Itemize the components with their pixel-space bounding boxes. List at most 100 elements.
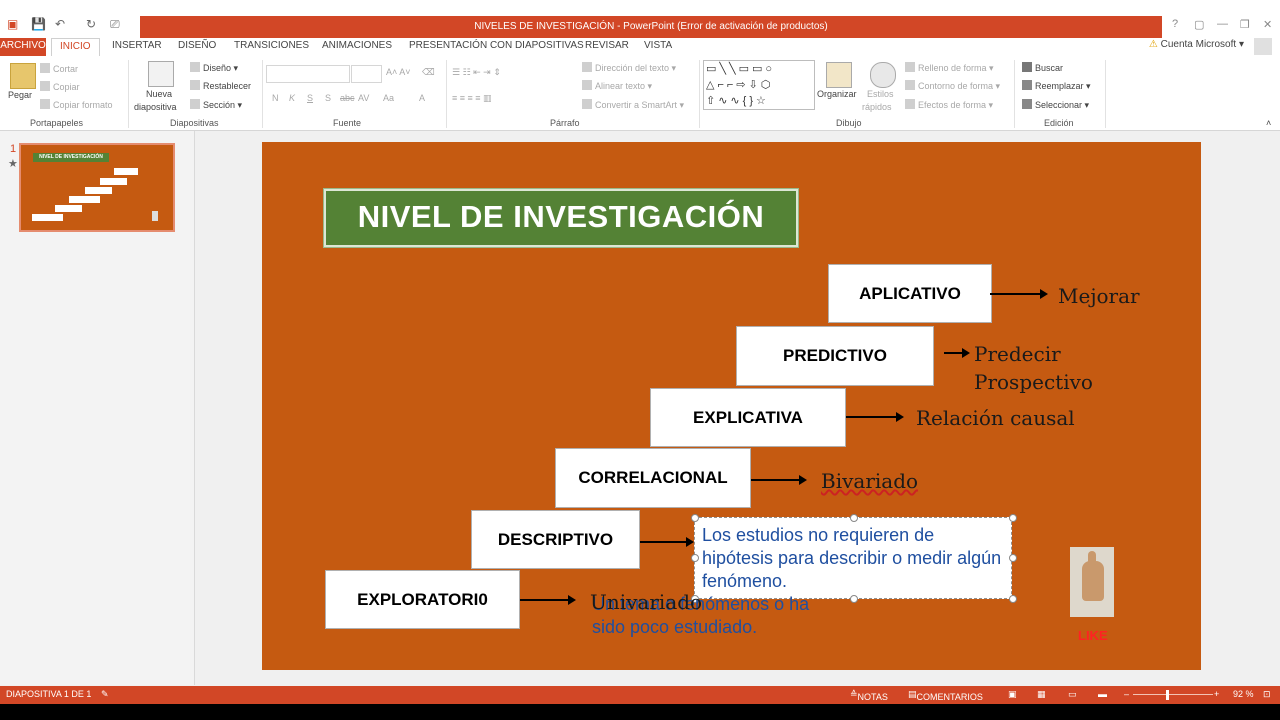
format-painter-button[interactable]: Copiar formato [40,99,113,110]
collapse-ribbon-icon[interactable]: ˄ [1266,118,1271,128]
copy-button[interactable]: Copiar [40,81,80,92]
paste-icon[interactable] [10,63,36,89]
tab-insertar[interactable]: INSERTAR [112,38,162,56]
font-size-combo[interactable] [351,65,382,83]
shadow-button[interactable]: S [325,93,331,103]
arrow-correlacional[interactable] [751,475,807,485]
tab-vista[interactable]: VISTA [644,38,672,56]
resize-handle[interactable] [1009,595,1017,603]
fit-slide-icon[interactable]: ⊡ [1263,689,1271,700]
tab-diseno[interactable]: DISEÑO [178,38,216,56]
text-direction-button[interactable]: Dirección del texto ▾ [582,62,676,74]
note-explicativa[interactable]: Relación causal [916,406,1075,430]
cut-button[interactable]: Cortar [40,63,78,74]
help-icon[interactable]: ? [1172,18,1178,30]
reading-view-icon[interactable]: ▭ [1068,689,1077,700]
resize-handle[interactable] [691,554,699,562]
tab-animaciones[interactable]: ANIMACIONES [322,38,392,56]
exploratorio-text-line2[interactable]: sido poco estudiado. [592,616,757,639]
redo-icon[interactable]: ↻ [86,17,96,31]
note-predictivo-2[interactable]: Prospectivo [974,370,1093,394]
resize-handle[interactable] [850,595,858,603]
new-slide-button-line2[interactable]: diapositiva [134,102,177,112]
note-aplicativo[interactable]: Mejorar [1058,284,1140,308]
arrange-icon[interactable] [826,62,852,88]
step-explicativa[interactable]: EXPLICATIVA [650,388,846,447]
resize-handle[interactable] [1009,514,1017,522]
resize-handle[interactable] [691,514,699,522]
arrow-descriptivo[interactable] [640,537,694,547]
step-descriptivo[interactable]: DESCRIPTIVO [471,510,640,569]
account-name[interactable]: ⚠ Cuenta Microsoft ▾ [1149,39,1244,50]
notes-button[interactable]: ≙ NOTAS [850,689,888,702]
note-exploratorio[interactable]: Univariado [590,590,702,614]
arrow-predictivo[interactable] [944,348,970,358]
arrow-exploratorio[interactable] [520,595,576,605]
arrow-explicativa[interactable] [846,412,904,422]
new-slide-button-line1[interactable]: Nueva [146,89,172,99]
italic-button[interactable]: K [289,93,295,103]
paste-button[interactable]: Pegar [8,90,32,100]
tab-presentacion[interactable]: PRESENTACIÓN CON DIAPOSITIVAS [409,38,584,56]
normal-view-icon[interactable]: ▣ [1008,689,1017,700]
section-button[interactable]: Sección ▾ [190,99,242,111]
find-button[interactable]: Buscar [1022,62,1063,73]
quick-styles-line1[interactable]: Estilos [867,89,894,99]
zoom-level[interactable]: 92 % [1233,689,1254,699]
restore-icon[interactable]: ❐ [1240,18,1250,31]
zoom-out-icon[interactable]: – [1124,689,1129,699]
zoom-slider-handle[interactable] [1166,690,1169,700]
shape-effects-button[interactable]: Efectos de forma ▾ [905,99,993,111]
close-icon[interactable]: ✕ [1263,18,1272,31]
slideshow-view-icon[interactable]: ▬ [1098,689,1107,699]
bullets-icon[interactable]: ☰ ☷ ⇤ ⇥ ⇕ [452,67,501,78]
undo-icon[interactable]: ↶ [55,17,65,31]
shape-outline-button[interactable]: Contorno de forma ▾ [905,80,1000,92]
ribbon-display-icon[interactable]: ▢ [1194,18,1204,31]
slide-title[interactable]: NIVEL DE INVESTIGACIÓN [323,188,799,248]
comments-button[interactable]: ▤ COMENTARIOS [908,689,983,702]
zoom-in-icon[interactable]: + [1214,689,1219,699]
resize-handle[interactable] [1009,554,1017,562]
layout-button[interactable]: Diseño ▾ [190,62,238,74]
sorter-view-icon[interactable]: ▦ [1037,689,1046,700]
shapes-gallery[interactable]: ▭╲╲▭▭○ △⌐⌐⇨⇩⬡ ⇧∿∿{}☆ [703,60,815,110]
replace-button[interactable]: Reemplazar ▾ [1022,80,1091,92]
arrange-button[interactable]: Organizar [817,89,857,99]
align-icons[interactable]: ≡ ≡ ≡ ≡ ▥ [452,93,492,104]
zoom-slider[interactable] [1133,694,1213,695]
grow-font-icon[interactable]: A˄ A˅ [386,67,411,77]
step-exploratorio[interactable]: EXPLORATORI0 [325,570,520,629]
step-correlacional[interactable]: CORRELACIONAL [555,448,751,508]
tab-inicio[interactable]: INICIO [51,38,100,57]
font-color-button[interactable]: A [419,93,425,103]
thumbs-up-image[interactable] [1070,547,1114,617]
clear-format-icon[interactable]: ⌫ [422,67,435,78]
smartart-button[interactable]: Convertir a SmartArt ▾ [582,99,684,111]
descriptivo-text[interactable]: Los estudios no requieren de hipótesis p… [702,524,1010,593]
bold-button[interactable]: N [272,93,279,103]
underline-button[interactable]: S [307,93,313,103]
reset-button[interactable]: Restablecer [190,80,251,91]
arrow-aplicativo[interactable] [990,289,1048,299]
save-icon[interactable]: 💾 [31,17,46,31]
like-label[interactable]: LIKE [1078,628,1108,643]
case-button[interactable]: Aa [383,93,394,103]
avatar[interactable] [1254,38,1272,55]
select-button[interactable]: Seleccionar ▾ [1022,99,1089,111]
step-aplicativo[interactable]: APLICATIVO [828,264,992,323]
step-predictivo[interactable]: PREDICTIVO [736,326,934,386]
new-slide-icon[interactable] [148,61,174,87]
spacing-button[interactable]: AV [358,93,369,103]
spellcheck-icon[interactable]: ✎ [101,689,109,700]
quick-styles-icon[interactable] [870,62,896,88]
tab-archivo[interactable]: ARCHIVO [0,38,46,56]
shape-fill-button[interactable]: Relleno de forma ▾ [905,62,994,74]
font-family-combo[interactable] [266,65,350,83]
slide-thumbnail[interactable]: NIVEL DE INVESTIGACIÓN [19,143,175,232]
strikethrough-button[interactable]: abc [340,93,355,103]
note-correlacional[interactable]: Bivariado [821,469,918,493]
start-presentation-icon[interactable]: ⎚ [110,17,120,32]
tab-transiciones[interactable]: TRANSICIONES [234,38,309,56]
quick-styles-line2[interactable]: rápidos [862,102,892,112]
